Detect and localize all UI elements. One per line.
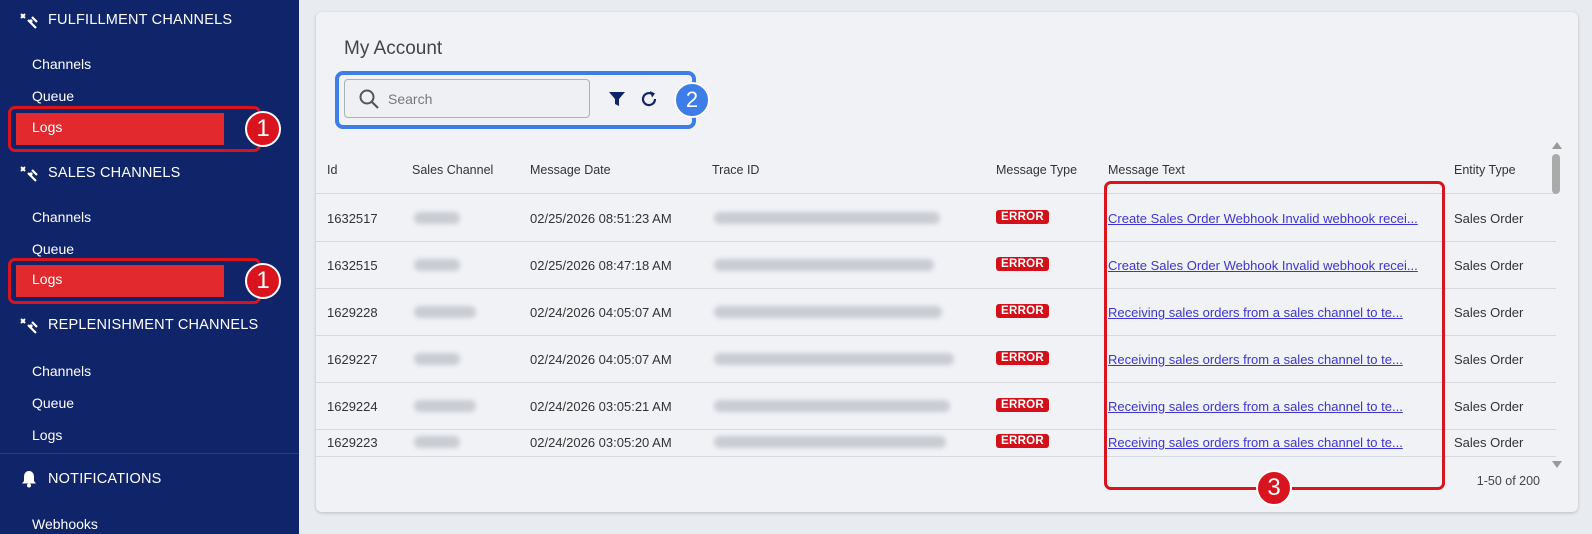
cell-trace-id-redacted xyxy=(714,353,954,365)
section-replenishment-channels[interactable]: REPLENISHMENT CHANNELS xyxy=(18,314,258,336)
cell-message-date: 02/25/2026 08:51:23 AM xyxy=(530,211,672,226)
error-badge: ERROR xyxy=(996,351,1050,365)
scroll-down-arrow-icon[interactable] xyxy=(1552,461,1562,468)
cell-message-date: 02/24/2026 04:05:07 AM xyxy=(530,352,672,367)
cell-sales-channel-redacted xyxy=(414,400,476,412)
annotation-marker-1: 1 xyxy=(245,263,281,299)
cell-trace-id-redacted xyxy=(714,212,940,224)
sidebar-item-fulfillment-queue[interactable]: Queue xyxy=(32,86,74,106)
cell-trace-id-redacted xyxy=(714,259,934,271)
cell-sales-channel-redacted xyxy=(414,353,460,365)
cell-sales-channel-redacted xyxy=(414,436,460,448)
cell-message-date: 02/24/2026 03:05:20 AM xyxy=(530,435,672,450)
cell-id: 1632517 xyxy=(327,211,378,226)
annotation-box-message-text xyxy=(1104,181,1445,490)
column-header-id[interactable]: Id xyxy=(327,163,337,177)
cell-id: 1629228 xyxy=(327,305,378,320)
sidebar-item-webhooks[interactable]: Webhooks xyxy=(32,514,98,534)
sidebar-item-sales-channels[interactable]: Channels xyxy=(32,207,91,227)
annotation-marker-1: 1 xyxy=(245,111,281,147)
section-title: FULFILLMENT CHANNELS xyxy=(48,12,233,28)
error-badge: ERROR xyxy=(996,257,1050,271)
cell-message-date: 02/24/2026 03:05:21 AM xyxy=(530,399,672,414)
cell-id: 1629223 xyxy=(327,435,378,450)
cell-entity-type: Sales Order xyxy=(1454,305,1524,320)
channels-icon xyxy=(18,316,40,334)
section-title: REPLENISHMENT CHANNELS xyxy=(48,317,259,333)
column-header-message-type[interactable]: Message Type xyxy=(996,163,1077,177)
cell-trace-id-redacted xyxy=(714,436,946,448)
sidebar-item-replenishment-logs[interactable]: Logs xyxy=(32,425,62,445)
section-fulfillment-channels[interactable]: FULFILLMENT CHANNELS xyxy=(18,9,232,31)
annotation-box-toolbar xyxy=(335,71,696,129)
cell-entity-type: Sales Order xyxy=(1454,399,1524,414)
channels-icon xyxy=(18,164,40,182)
bell-icon xyxy=(18,470,40,488)
error-badge: ERROR xyxy=(996,398,1050,412)
error-badge: ERROR xyxy=(996,434,1050,448)
section-notifications[interactable]: NOTIFICATIONS xyxy=(18,468,162,490)
sidebar-item-replenishment-channels[interactable]: Channels xyxy=(32,361,91,381)
column-header-entity-type[interactable]: Entity Type xyxy=(1454,163,1516,177)
cell-entity-type: Sales Order xyxy=(1454,258,1524,273)
cell-sales-channel-redacted xyxy=(414,212,460,224)
scroll-up-arrow-icon[interactable] xyxy=(1552,142,1562,149)
cell-message-date: 02/25/2026 08:47:18 AM xyxy=(530,258,672,273)
cell-sales-channel-redacted xyxy=(414,306,476,318)
section-title: NOTIFICATIONS xyxy=(48,471,162,487)
annotation-marker-2: 2 xyxy=(674,82,710,118)
column-header-sales-channel[interactable]: Sales Channel xyxy=(412,163,493,177)
annotation-box-logs xyxy=(8,106,261,152)
cell-id: 1629227 xyxy=(327,352,378,367)
cell-id: 1629224 xyxy=(327,399,378,414)
page-title: My Account xyxy=(344,38,443,59)
cell-id: 1632515 xyxy=(327,258,378,273)
cell-entity-type: Sales Order xyxy=(1454,352,1524,367)
scroll-thumb[interactable] xyxy=(1552,154,1560,194)
section-sales-channels[interactable]: SALES CHANNELS xyxy=(18,162,181,184)
pagination-info: 1-50 of 200 xyxy=(1476,474,1540,488)
cell-message-date: 02/24/2026 04:05:07 AM xyxy=(530,305,672,320)
cell-entity-type: Sales Order xyxy=(1454,211,1524,226)
sidebar-divider xyxy=(0,453,299,454)
annotation-box-logs xyxy=(8,258,261,304)
cell-trace-id-redacted xyxy=(714,400,950,412)
cell-sales-channel-redacted xyxy=(414,259,460,271)
cell-entity-type: Sales Order xyxy=(1454,435,1524,450)
column-header-trace-id[interactable]: Trace ID xyxy=(712,163,759,177)
sidebar-item-sales-queue[interactable]: Queue xyxy=(32,239,74,259)
sidebar-item-fulfillment-channels[interactable]: Channels xyxy=(32,54,91,74)
section-title: SALES CHANNELS xyxy=(48,165,181,181)
error-badge: ERROR xyxy=(996,304,1050,318)
channels-icon xyxy=(18,11,40,29)
column-header-message-date[interactable]: Message Date xyxy=(530,163,611,177)
cell-trace-id-redacted xyxy=(714,306,942,318)
sidebar-item-replenishment-queue[interactable]: Queue xyxy=(32,393,74,413)
table-scrollbar[interactable] xyxy=(1549,138,1563,472)
annotation-marker-3: 3 xyxy=(1256,470,1292,506)
column-header-message-text[interactable]: Message Text xyxy=(1108,163,1185,177)
error-badge: ERROR xyxy=(996,210,1050,224)
